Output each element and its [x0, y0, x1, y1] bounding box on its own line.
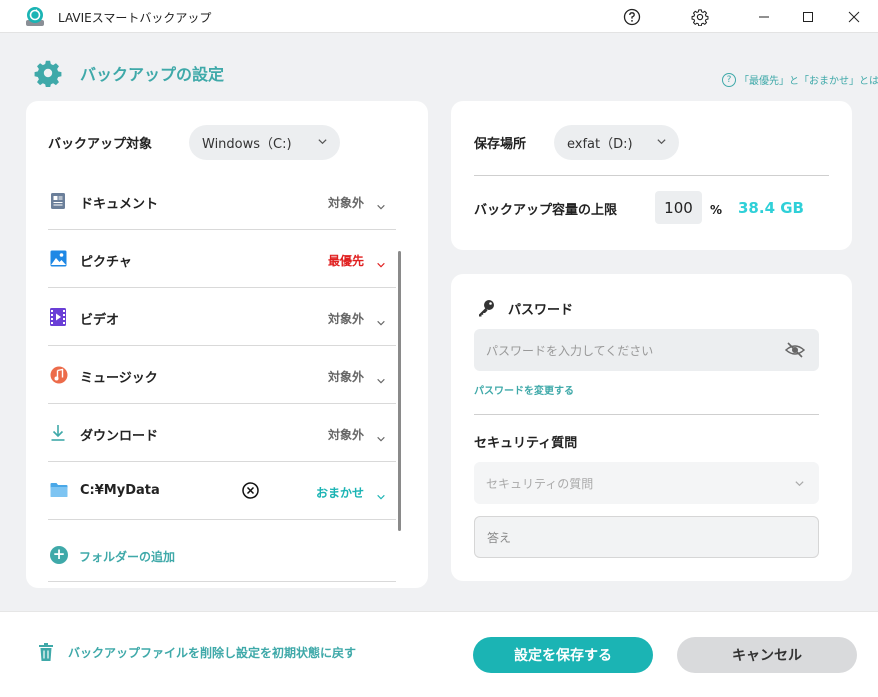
security-answer-placeholder: 答え [487, 530, 512, 545]
security-answer-input[interactable]: 答え [474, 516, 819, 558]
backup-item-label: ドキュメント [80, 197, 159, 212]
change-password-link[interactable]: パスワードを変更する [474, 382, 574, 397]
maximize-icon [803, 12, 813, 22]
backup-item-status[interactable]: 対象外 [328, 194, 364, 211]
download-icon [50, 424, 66, 442]
security-question-select[interactable]: セキュリティの質問 [474, 462, 819, 504]
capacity-percent-input[interactable]: 100 [655, 191, 702, 224]
storage-card: 保存場所 exfat（D:) バックアップ容量の上限 100 % 38.4 GB [451, 101, 852, 250]
video-icon [50, 308, 66, 326]
trash-icon [39, 643, 53, 661]
chevron-down-icon [657, 139, 666, 145]
backup-item-label: ピクチャ [80, 255, 132, 270]
backup-item-label: ビデオ [80, 313, 120, 328]
percent-sign: % [710, 203, 723, 217]
backup-item-label: ダウンロード [80, 429, 159, 444]
chevron-down-icon [795, 481, 804, 487]
title-bar: LAVIEスマートバックアップ [0, 0, 878, 33]
save-settings-button[interactable]: 設定を保存する [473, 637, 653, 673]
add-folder-button[interactable]: + フォルダーの追加 [48, 544, 396, 582]
list-scrollbar[interactable] [398, 251, 401, 531]
backup-item-status[interactable]: おまかせ [316, 484, 364, 501]
settings-button[interactable] [682, 4, 718, 30]
chevron-down-icon[interactable] [376, 255, 386, 274]
backup-target-label: バックアップ対象 [48, 137, 153, 152]
backup-item-row[interactable]: ドキュメント 対象外 [48, 172, 396, 230]
gear-icon [691, 9, 709, 26]
backup-item-status[interactable]: 対象外 [328, 368, 364, 385]
backup-drive-value: Windows（C:) [202, 137, 292, 152]
backup-item-label: ミュージック [80, 371, 158, 386]
minimize-button[interactable] [746, 4, 782, 30]
password-title: パスワード [508, 303, 574, 318]
backup-item-label: C:¥MyData [80, 483, 160, 498]
chevron-down-icon[interactable] [376, 487, 386, 506]
app-logo-icon [24, 6, 46, 28]
page-title: バックアップの設定 [80, 65, 225, 84]
storage-location-select[interactable]: exfat（D:) [554, 125, 679, 160]
password-input[interactable]: パスワードを入力してください [474, 329, 819, 371]
help-link-label: 「最優先」と「おまかせ」とは？ [739, 76, 878, 87]
add-folder-label: フォルダーの追加 [79, 550, 176, 564]
backup-drive-select[interactable]: Windows（C:) [189, 125, 340, 160]
chevron-down-icon [318, 139, 327, 145]
chevron-down-icon[interactable] [376, 429, 386, 448]
backup-target-card: バックアップ対象 Windows（C:) ドキュメント 対象外 ピクチャ 最優先 ビデオ… [26, 101, 428, 588]
question-icon: ? [722, 72, 736, 87]
storage-location-label: 保存場所 [474, 137, 527, 152]
backup-item-row[interactable]: ビデオ 対象外 [48, 288, 396, 346]
reset-label: バックアップファイルを削除し設定を初期状態に戻す [68, 645, 357, 660]
close-icon [848, 11, 860, 23]
backup-item-row[interactable]: ピクチャ 最優先 [48, 230, 396, 288]
password-divider [474, 414, 819, 415]
help-button[interactable] [614, 4, 650, 30]
priority-help-link[interactable]: ? 「最優先」と「おまかせ」とは？ [722, 72, 878, 87]
close-button[interactable] [836, 4, 872, 30]
document-icon [50, 192, 66, 210]
password-placeholder: パスワードを入力してください [486, 343, 654, 358]
capacity-label: バックアップ容量の上限 [474, 203, 618, 218]
reset-settings-link[interactable]: バックアップファイルを削除し設定を初期状態に戻す [38, 643, 356, 661]
footer-bar: バックアップファイルを削除し設定を初期状態に戻す 設定を保存する キャンセル [0, 611, 878, 697]
key-icon [479, 300, 494, 317]
security-question-placeholder: セキュリティの質問 [486, 476, 594, 491]
backup-item-status[interactable]: 対象外 [328, 426, 364, 443]
question-icon [623, 8, 641, 26]
picture-icon [50, 250, 67, 268]
main-content: バックアップの設定 ? 「最優先」と「おまかせ」とは？ バックアップ対象 Win… [0, 33, 878, 611]
backup-item-row[interactable]: C:¥MyData おまかせ [48, 462, 396, 520]
settings-header-gear-icon [34, 59, 64, 89]
window-title: LAVIEスマートバックアップ [58, 11, 212, 25]
chevron-down-icon[interactable] [376, 371, 386, 390]
chevron-down-icon[interactable] [376, 197, 386, 216]
backup-item-row[interactable]: ダウンロード 対象外 [48, 404, 396, 462]
security-question-title: セキュリティ質問 [474, 436, 578, 451]
eye-off-icon[interactable] [785, 342, 805, 358]
maximize-button[interactable] [790, 4, 826, 30]
backup-item-status[interactable]: 最優先 [328, 252, 364, 269]
capacity-size: 38.4 GB [738, 199, 804, 217]
backup-item-row[interactable]: ミュージック 対象外 [48, 346, 396, 404]
cancel-button[interactable]: キャンセル [677, 637, 857, 673]
plus-circle-icon: + [50, 546, 68, 564]
backup-item-status[interactable]: 対象外 [328, 310, 364, 327]
remove-folder-icon[interactable] [242, 482, 259, 499]
password-card: パスワード パスワードを入力してください パスワードを変更する セキュリティ質問… [451, 274, 852, 581]
storage-location-value: exfat（D:) [567, 137, 633, 152]
folder-icon [50, 482, 68, 500]
storage-divider [474, 175, 829, 176]
minimize-icon [759, 16, 769, 18]
chevron-down-icon[interactable] [376, 313, 386, 332]
music-icon [50, 366, 68, 384]
